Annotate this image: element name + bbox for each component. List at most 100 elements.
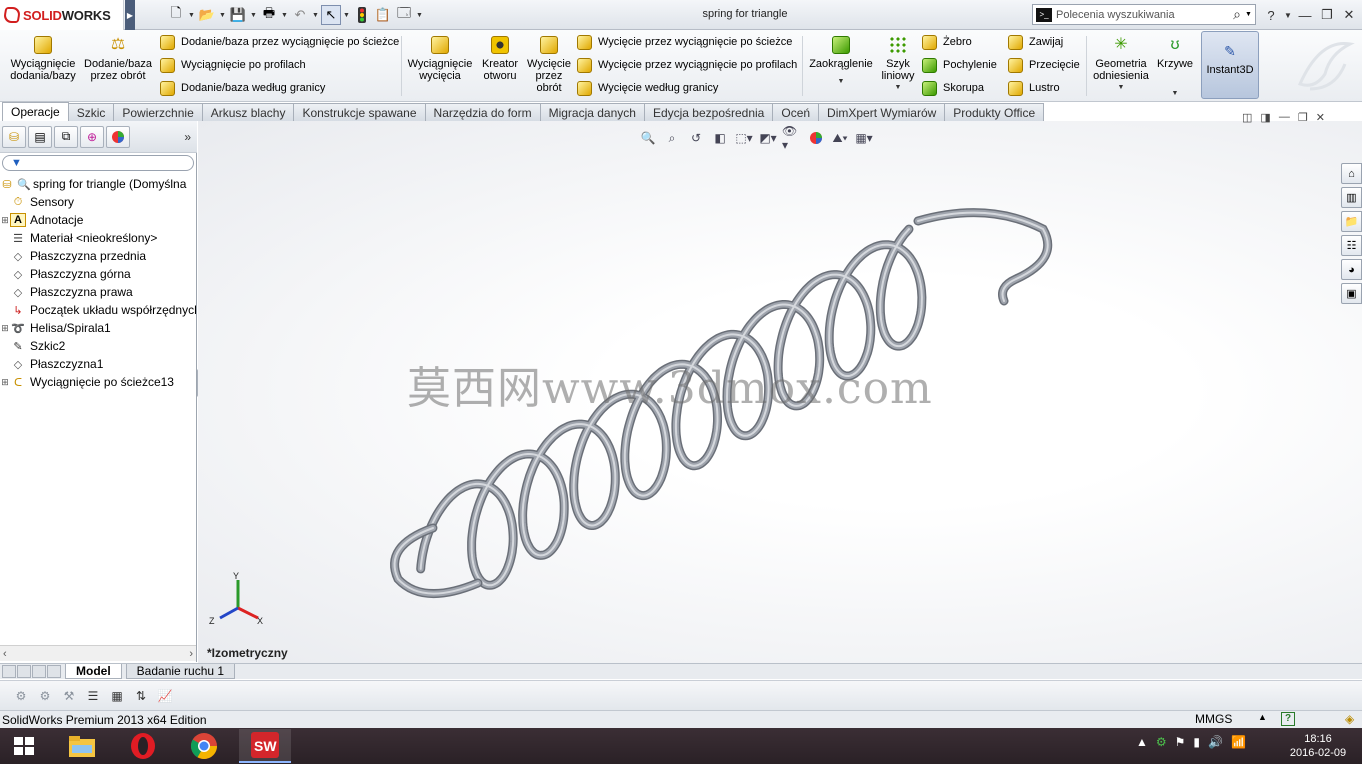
- minimize-icon[interactable]: —: [1296, 8, 1314, 23]
- rib-button[interactable]: Żebro: [922, 32, 972, 52]
- signal-icon[interactable]: 📶: [1231, 735, 1246, 749]
- show-hidden-icons[interactable]: ▲: [1136, 735, 1148, 749]
- configuration-manager-tab-icon[interactable]: ⧉: [54, 125, 78, 148]
- undo-icon[interactable]: ↶: [290, 5, 310, 25]
- panel-horizontal-scrollbar[interactable]: ‹ ›: [0, 645, 196, 661]
- help-status-icon[interactable]: ?: [1281, 712, 1295, 726]
- tab-9[interactable]: DimXpert Wymiarów: [818, 103, 946, 121]
- shell-button[interactable]: Skorupa: [922, 78, 984, 98]
- tab-3[interactable]: Arkusz blachy: [201, 103, 295, 121]
- sort-icon[interactable]: ⇅: [132, 687, 150, 705]
- search-icon[interactable]: ⌕: [1233, 6, 1241, 23]
- system-clock[interactable]: 18:16 2016-02-09: [1286, 732, 1350, 760]
- flag-icon[interactable]: ⚑: [1175, 735, 1186, 749]
- tab-5[interactable]: Narzędzia do form: [424, 103, 541, 121]
- restore-icon[interactable]: ❐: [1318, 7, 1336, 23]
- tags-icon[interactable]: ◈: [1345, 712, 1354, 726]
- boundary-boss-button[interactable]: Dodanie/baza według granicy: [160, 78, 325, 98]
- file-explorer-taskbar-button[interactable]: [56, 729, 108, 763]
- menu-expand-icon[interactable]: ▶: [125, 0, 135, 30]
- file-properties-icon[interactable]: 📋: [373, 5, 393, 25]
- search-dropdown-icon[interactable]: ▼: [1245, 11, 1255, 18]
- boundary-cut-button[interactable]: Wycięcie według granicy: [577, 78, 718, 98]
- tree-item[interactable]: ⊞ ᑕ Wyciągnięcie po ścieżce13: [0, 373, 196, 391]
- display-manager-tab-icon[interactable]: [106, 125, 130, 148]
- scroll-right-icon[interactable]: ›: [189, 648, 193, 660]
- spring-end[interactable]: [913, 208, 1053, 306]
- solidworks-taskbar-button[interactable]: SW: [239, 729, 291, 763]
- fillet-button[interactable]: Zaokrąglenie ▼: [808, 36, 874, 88]
- new-dropdown-icon[interactable]: ▼: [187, 12, 196, 19]
- tab-1[interactable]: Szkic: [67, 103, 115, 121]
- swept-cut-button[interactable]: Wycięcie przez wyciągnięcie po ścieżce: [577, 32, 792, 52]
- instant3d-button[interactable]: ✎ Instant3D: [1201, 31, 1259, 99]
- print-icon[interactable]: 🖶: [259, 5, 279, 25]
- linear-pattern-button[interactable]: Szyk liniowy ▼: [878, 36, 918, 94]
- ref-geometry-dropdown-icon[interactable]: ▼: [1118, 82, 1125, 94]
- list-view-icon[interactable]: ☰: [84, 687, 102, 705]
- tree-root[interactable]: ⛁ 🔍 spring for triangle (Domyślna: [0, 175, 196, 193]
- prev-tab-icon[interactable]: [17, 665, 31, 678]
- options-dropdown-icon[interactable]: ▼: [415, 12, 424, 19]
- dimxpert-manager-tab-icon[interactable]: ⊕: [80, 125, 104, 148]
- wrap-button[interactable]: Zawijaj: [1008, 32, 1063, 52]
- results-plot-icon[interactable]: 📈: [156, 687, 174, 705]
- network-sync-icon[interactable]: ⚙: [1156, 735, 1167, 749]
- solidworks-logo[interactable]: SOLIDWORKS: [0, 0, 124, 30]
- curves-dropdown-icon[interactable]: ▼: [1172, 88, 1179, 100]
- bottom-tab-0[interactable]: Model: [65, 664, 122, 679]
- command-search[interactable]: >_ Polecenia wyszukiwania ⌕ ▼: [1032, 4, 1256, 25]
- draft-button[interactable]: Pochylenie: [922, 55, 997, 75]
- first-tab-icon[interactable]: [2, 665, 16, 678]
- last-tab-icon[interactable]: [47, 665, 61, 678]
- units-dropdown-icon[interactable]: ▲: [1258, 712, 1267, 722]
- close-icon[interactable]: ✕: [1340, 7, 1358, 23]
- play-from-start-icon[interactable]: ⚙: [36, 687, 54, 705]
- tree-item[interactable]: ⊞ A Adnotacje: [0, 211, 196, 229]
- hole-wizard-button[interactable]: Kreator otworu: [478, 36, 522, 82]
- chrome-taskbar-button[interactable]: [178, 729, 230, 763]
- tab-0[interactable]: Operacje: [2, 102, 69, 121]
- help-dropdown-icon[interactable]: ▼: [1284, 11, 1292, 20]
- tab-7[interactable]: Edycja bezpośrednia: [643, 103, 774, 121]
- design-library-icon[interactable]: ▥: [1341, 187, 1362, 208]
- swept-boss-button[interactable]: Dodanie/baza przez wyciągnięcie po ścież…: [160, 32, 399, 52]
- tree-item[interactable]: ◇ Płaszczyzna prawa: [0, 283, 196, 301]
- help-icon[interactable]: ?: [1262, 8, 1280, 23]
- feature-manager-tab-icon[interactable]: ⛁: [2, 125, 26, 148]
- new-document-icon[interactable]: 🗋: [166, 5, 186, 25]
- scroll-left-icon[interactable]: ‹: [3, 648, 7, 660]
- tab-8[interactable]: Oceń: [772, 103, 820, 121]
- pattern-dropdown-icon[interactable]: ▼: [895, 82, 902, 94]
- extruded-boss-button[interactable]: Wyciągnięcie dodania/bazy: [8, 36, 78, 82]
- volume-icon[interactable]: 🔊: [1208, 735, 1223, 749]
- select-icon[interactable]: ↖: [321, 5, 341, 25]
- tree-item[interactable]: ⊞ ➰ Helisa/Spirala1: [0, 319, 196, 337]
- fillet-dropdown-icon[interactable]: ▼: [838, 76, 845, 88]
- expand-toggle-icon[interactable]: ⊞: [0, 215, 10, 226]
- open-dropdown-icon[interactable]: ▼: [218, 12, 227, 19]
- file-explorer-icon[interactable]: 📁: [1341, 211, 1362, 232]
- intersect-button[interactable]: Przecięcie: [1008, 55, 1080, 75]
- print-dropdown-icon[interactable]: ▼: [280, 12, 289, 19]
- tree-item[interactable]: ◇ Płaszczyzna1: [0, 355, 196, 373]
- view-palette-icon[interactable]: ☷: [1341, 235, 1362, 256]
- tree-item[interactable]: ⏱ Sensory: [0, 193, 196, 211]
- custom-properties-icon[interactable]: ▣: [1341, 283, 1362, 304]
- solidworks-resources-icon[interactable]: ⌂: [1341, 163, 1362, 184]
- tree-item[interactable]: ◇ Płaszczyzna przednia: [0, 247, 196, 265]
- save-icon[interactable]: 💾: [228, 5, 248, 25]
- curves-button[interactable]: ʊ Krzywe ▼: [1155, 36, 1195, 100]
- revolved-cut-button[interactable]: Wycięcie przez obrót: [526, 36, 572, 94]
- revolved-boss-button[interactable]: ⚖ Dodanie/baza przez obrót: [82, 36, 154, 82]
- mirror-button[interactable]: Lustro: [1008, 78, 1060, 98]
- more-tabs-icon[interactable]: »: [184, 130, 191, 144]
- search-input[interactable]: Polecenia wyszukiwania: [1056, 9, 1229, 21]
- filter-view-icon[interactable]: ▦: [108, 687, 126, 705]
- motor-icon[interactable]: ⚒: [60, 687, 78, 705]
- extruded-cut-button[interactable]: Wyciągnięcie wycięcia: [406, 36, 474, 82]
- tree-item[interactable]: ◇ Płaszczyzna górna: [0, 265, 196, 283]
- bottom-tab-1[interactable]: Badanie ruchu 1: [125, 664, 236, 679]
- calculate-icon[interactable]: ⚙: [12, 687, 30, 705]
- tab-10[interactable]: Produkty Office: [944, 103, 1045, 121]
